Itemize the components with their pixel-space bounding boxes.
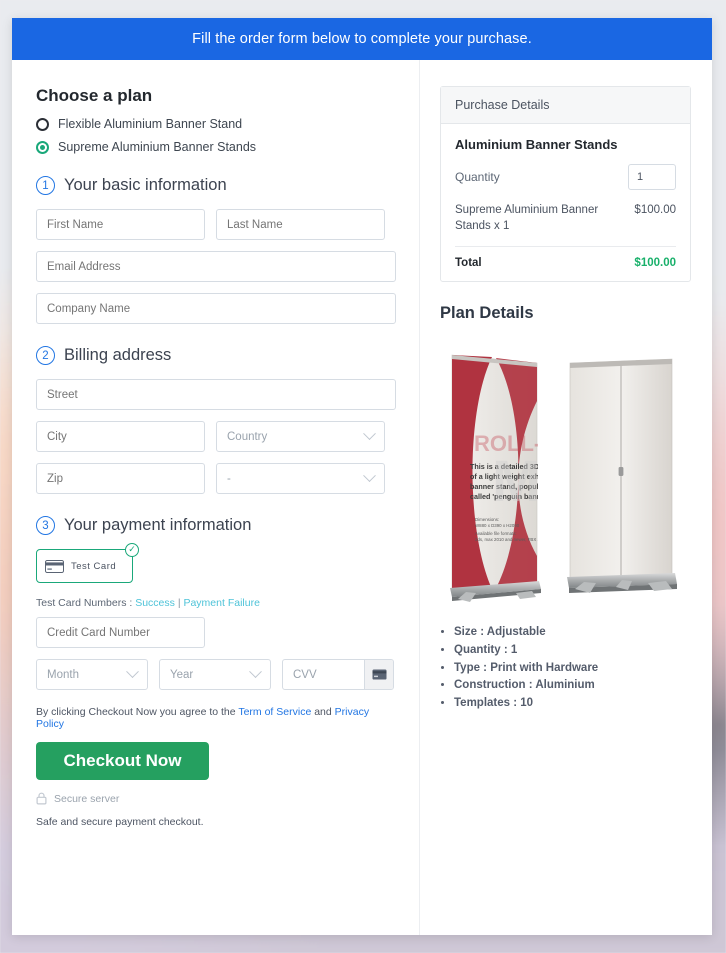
chevron-down-icon [363, 469, 376, 483]
zip-state-row: - [36, 463, 395, 494]
state-select[interactable]: - [216, 463, 385, 494]
country-select[interactable]: Country [216, 421, 385, 452]
step-3-title: Your payment information [64, 516, 252, 534]
cvv-card-icon [364, 660, 393, 689]
quantity-input[interactable] [628, 164, 676, 190]
total-label: Total [455, 257, 482, 270]
month-select[interactable]: Month [36, 659, 148, 690]
company-row [36, 293, 396, 324]
plan-option-flexible[interactable]: Flexible Aluminium Banner Stand [36, 117, 395, 131]
step-2-number: 2 [36, 346, 55, 365]
svg-text:3ds, max 2010 and newer, FBX .: 3ds, max 2010 and newer, FBX ...etc [475, 537, 548, 542]
terms-prefix: By clicking Checkout Now you agree to th… [36, 706, 236, 718]
chevron-down-icon [249, 665, 262, 679]
page-banner: Fill the order form below to complete yo… [12, 18, 712, 60]
content-columns: Choose a plan Flexible Aluminium Banner … [12, 60, 712, 935]
credit-card-icon [372, 669, 386, 680]
step-1-title: Your basic information [64, 176, 227, 194]
secure-server-label: Secure server [54, 792, 120, 805]
banner-text: Fill the order form below to complete yo… [192, 31, 532, 47]
month-select-value: Month [47, 668, 79, 681]
lock-icon [36, 792, 47, 805]
checkout-now-button[interactable]: Checkout Now [36, 742, 209, 780]
secure-server-row: Secure server [36, 792, 395, 805]
purchase-product-title: Aluminium Banner Stands [455, 137, 618, 152]
credit-card-number-input[interactable] [36, 617, 205, 648]
svg-text:Dimensions:: Dimensions: [475, 517, 499, 522]
expiry-cvv-row: Month Year CVV [36, 659, 395, 690]
cvv-input[interactable]: CVV [283, 660, 364, 689]
list-item: Templates : 10 [454, 695, 691, 713]
test-card-method-button[interactable]: Test Card ✓ [36, 543, 139, 583]
list-item: Size : Adjustable [454, 624, 691, 642]
step-1-header: 1 Your basic information [36, 176, 395, 195]
check-circle-icon: ✓ [125, 543, 139, 557]
safe-payment-note: Safe and secure payment checkout. [36, 816, 204, 828]
country-select-value: Country [227, 430, 268, 443]
checkout-card: Fill the order form below to complete yo… [12, 18, 712, 935]
radio-selected-icon[interactable] [36, 140, 49, 154]
svg-text:W880 x D390 x H2090: W880 x D390 x H2090 [475, 523, 520, 528]
credit-card-row [36, 617, 395, 648]
year-select-value: Year [170, 668, 194, 681]
plan-details-heading: Plan Details [440, 304, 534, 323]
line-item-price: $100.00 [634, 204, 676, 216]
test-card-label: Test Card [71, 560, 117, 572]
test-card-numbers-row: Test Card Numbers : Success | Payment Fa… [36, 597, 395, 609]
link-separator: | [177, 597, 181, 609]
total-value: $100.00 [634, 257, 676, 270]
term-of-service-link[interactable]: Term of Service [238, 706, 311, 718]
email-input[interactable] [36, 251, 396, 282]
svg-text:M: M [492, 449, 540, 514]
total-row: Total $100.00 [455, 247, 676, 269]
street-row [36, 379, 396, 410]
payment-failure-link[interactable]: Payment Failure [183, 597, 259, 609]
step-1-number: 1 [36, 176, 55, 195]
plan-option-flexible-label: Flexible Aluminium Banner Stand [58, 117, 243, 131]
company-input[interactable] [36, 293, 396, 324]
terms-and: and [314, 706, 332, 718]
radio-unselected-icon[interactable] [36, 117, 49, 131]
purchase-details-header: Purchase Details [441, 87, 690, 124]
cvv-field-group[interactable]: CVV [282, 659, 394, 690]
plan-option-supreme[interactable]: Supreme Aluminium Banner Stands [36, 140, 395, 154]
state-select-value: - [227, 472, 231, 485]
svg-text:Available file formats:: Available file formats: [475, 531, 517, 536]
step-3-number: 3 [36, 516, 55, 535]
city-country-row: Country [36, 421, 395, 452]
list-item: Type : Print with Hardware [454, 660, 691, 678]
last-name-input[interactable] [216, 209, 385, 240]
city-input[interactable] [36, 421, 205, 452]
email-row [36, 251, 396, 282]
order-form-column: Choose a plan Flexible Aluminium Banner … [12, 60, 420, 935]
success-link[interactable]: Success [135, 597, 175, 609]
plan-details-bullet-list: Size : Adjustable Quantity : 1 Type : Pr… [440, 624, 691, 713]
credit-card-icon [45, 559, 64, 573]
chevron-down-icon [126, 665, 139, 679]
chevron-down-icon [363, 427, 376, 441]
line-item-row: Supreme Aluminium Banner Stands x 1 $100… [455, 203, 676, 248]
year-select[interactable]: Year [159, 659, 271, 690]
step-2-title: Billing address [64, 346, 172, 364]
list-item: Construction : Aluminium [454, 677, 691, 695]
quantity-label: Quantity [455, 170, 500, 184]
first-name-input[interactable] [36, 209, 205, 240]
name-row [36, 209, 395, 240]
terms-notice: By clicking Checkout Now you agree to th… [36, 706, 395, 730]
line-item-description: Supreme Aluminium Banner Stands x 1 [455, 204, 599, 232]
purchase-details-box: Purchase Details Aluminium Banner Stands… [440, 86, 691, 283]
summary-column: Purchase Details Aluminium Banner Stands… [420, 60, 711, 935]
list-item: Quantity : 1 [454, 642, 691, 660]
purchase-details-body: Aluminium Banner Stands Quantity Supreme… [441, 124, 690, 281]
step-3-header: 3 Your payment information [36, 516, 395, 535]
product-image: This is a detailed 3D model of a light w… [450, 354, 677, 603]
test-card-numbers-label: Test Card Numbers : [36, 597, 133, 609]
plan-option-supreme-label: Supreme Aluminium Banner Stands [58, 140, 257, 154]
choose-plan-heading: Choose a plan [36, 86, 153, 105]
quantity-row: Quantity [455, 164, 676, 190]
step-2-header: 2 Billing address [36, 346, 395, 365]
zip-input[interactable] [36, 463, 205, 494]
street-input[interactable] [36, 379, 396, 410]
